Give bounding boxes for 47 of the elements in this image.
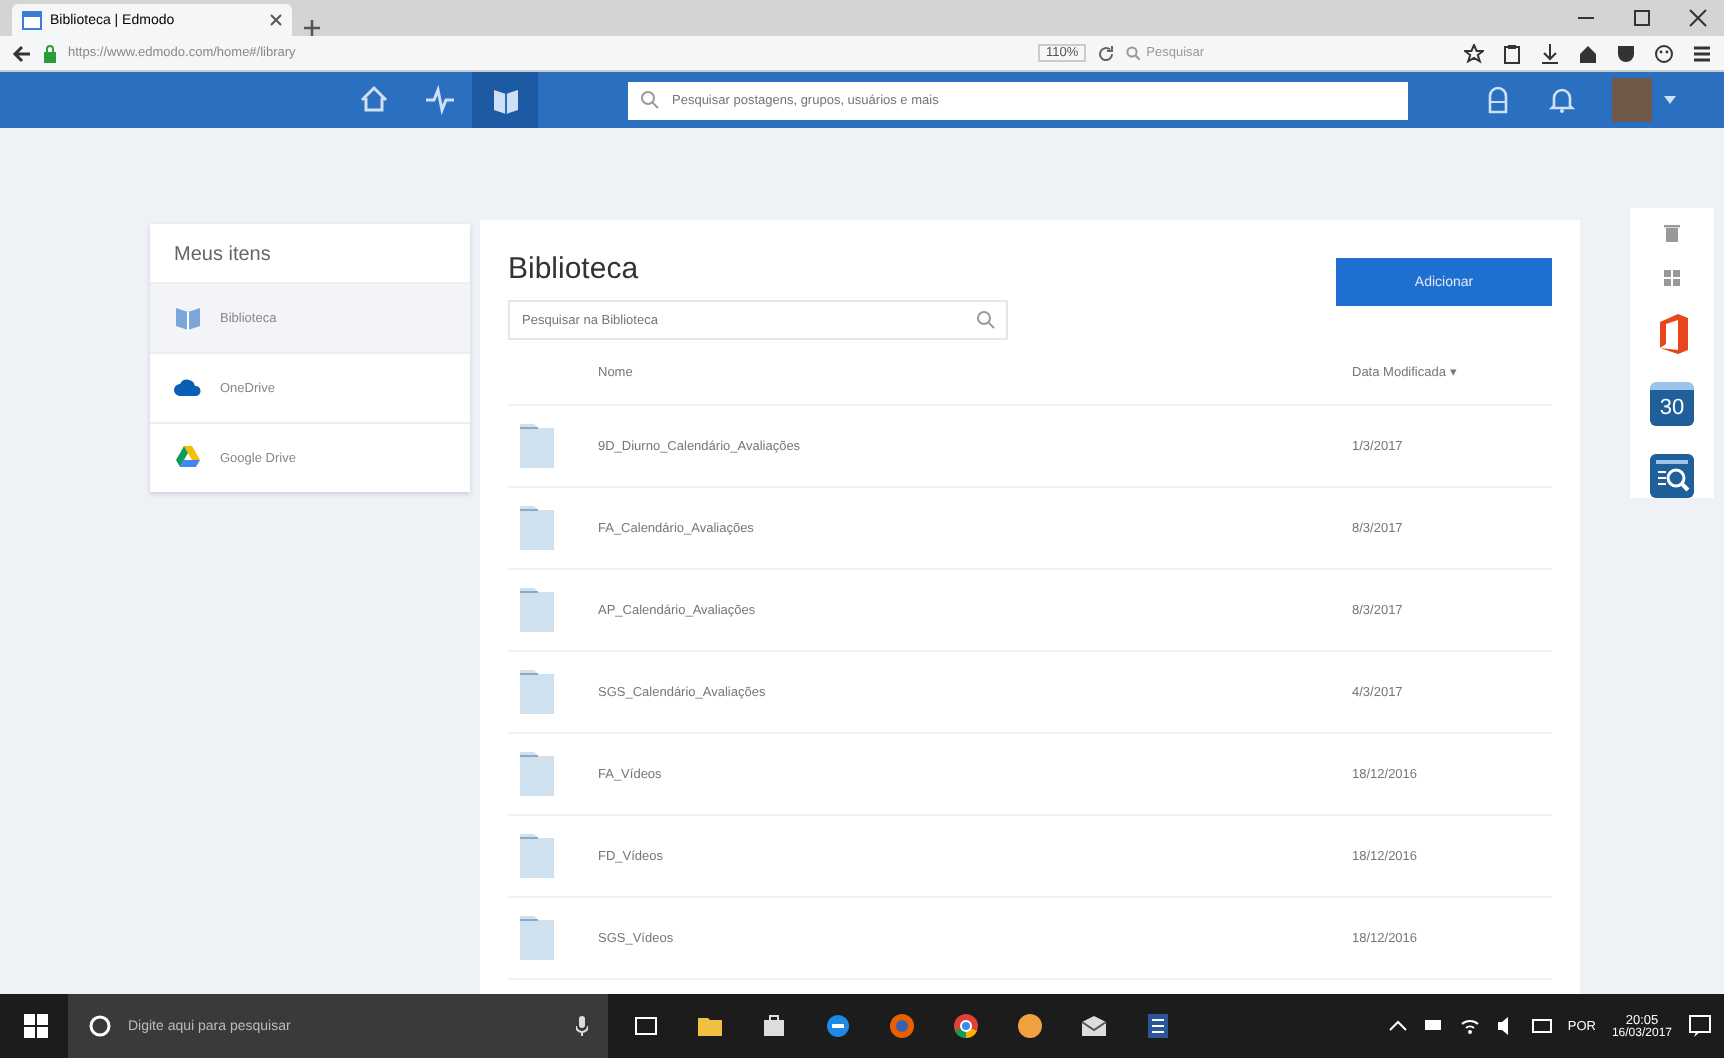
chrome-icon[interactable] [952, 1012, 980, 1040]
firefox-icon[interactable] [888, 1012, 916, 1040]
microphone-icon [576, 1016, 588, 1036]
windows-icon[interactable] [24, 1014, 48, 1038]
office-icon[interactable] [1656, 314, 1688, 354]
back-icon[interactable] [12, 43, 32, 63]
task-view-icon[interactable] [632, 1012, 660, 1040]
app-icon[interactable] [1016, 1012, 1044, 1040]
library-nav-button[interactable] [472, 72, 538, 128]
menu-icon[interactable] [1692, 43, 1712, 63]
envelope-icon[interactable] [1080, 1012, 1108, 1040]
notification-icon[interactable] [1688, 1014, 1712, 1038]
search-icon [640, 89, 660, 109]
reload-icon[interactable] [1096, 43, 1117, 63]
store-icon[interactable] [760, 1012, 788, 1040]
maximize-icon[interactable] [1632, 8, 1652, 28]
up-caret-icon[interactable] [1387, 1016, 1408, 1036]
star-icon[interactable] [1464, 43, 1484, 63]
library-icon [489, 84, 521, 116]
calendar-app-icon[interactable]: 30 [1650, 382, 1694, 426]
cortana-icon [88, 1014, 112, 1038]
home-icon[interactable] [1578, 43, 1598, 63]
download-icon[interactable] [1540, 43, 1560, 63]
close-icon[interactable] [1688, 8, 1708, 28]
document-icon[interactable] [1144, 1012, 1172, 1040]
onedrive-icon [174, 374, 202, 402]
bell-icon[interactable] [1548, 86, 1576, 114]
sidebar-title: Meus itens [172, 242, 273, 270]
wifi-icon[interactable] [1459, 1016, 1480, 1036]
caret-icon[interactable] [1664, 96, 1676, 104]
trash-icon[interactable] [1664, 224, 1680, 242]
search-document-icon[interactable] [1650, 454, 1694, 498]
folder-icon[interactable] [696, 1012, 724, 1040]
library-title: Biblioteca [508, 252, 641, 286]
smiley-icon[interactable] [1654, 43, 1674, 63]
gdrive-icon [174, 444, 202, 472]
home-icon [357, 84, 389, 116]
close-icon[interactable] [270, 14, 282, 26]
clipboard-icon[interactable] [1502, 43, 1522, 63]
grid-icon[interactable] [1664, 270, 1680, 286]
pulse-icon [423, 84, 455, 116]
battery-icon[interactable] [1423, 1016, 1444, 1036]
library-icon [174, 304, 202, 332]
new-tab-icon[interactable] [304, 20, 320, 36]
lock-icon [42, 43, 58, 63]
search-icon [1126, 46, 1141, 60]
search-icon [976, 310, 996, 330]
